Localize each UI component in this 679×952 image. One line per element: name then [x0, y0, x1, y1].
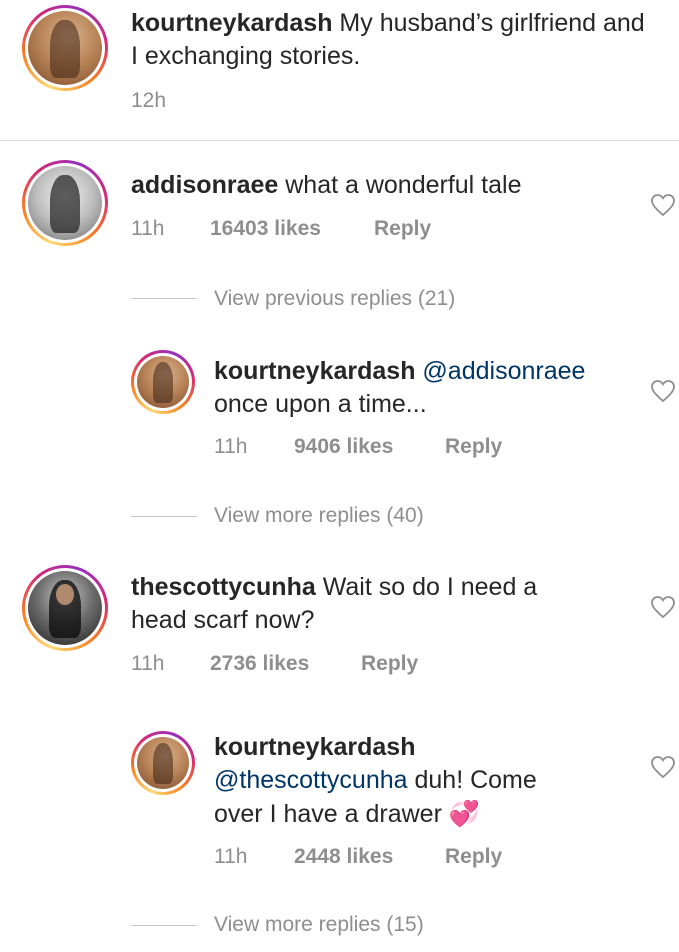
reply-body: once upon a time... — [214, 390, 427, 418]
comment-time: 11h — [131, 217, 165, 240]
comment-body-line2: head scarf now? — [131, 606, 315, 634]
comment-username[interactable]: thescottycunha — [131, 573, 316, 601]
reply-likes[interactable]: 2448 likes — [294, 844, 393, 870]
reply-body-line2: over I have a drawer — [214, 800, 442, 828]
avatar-thescottycunha[interactable] — [22, 565, 108, 651]
reply-mention[interactable]: @addisonraee — [422, 357, 585, 385]
comment-text: thescottycunha Wait so do I need a head … — [131, 571, 631, 637]
comment-likes[interactable]: 2736 likes — [210, 651, 309, 677]
reply-button[interactable]: Reply — [374, 216, 431, 242]
heart-outline-icon[interactable] — [650, 379, 676, 403]
reply-button[interactable]: Reply — [361, 651, 418, 677]
reply-likes[interactable]: 9406 likes — [294, 434, 393, 460]
avatar-addisonraee[interactable] — [22, 160, 108, 246]
two-hearts-emoji: 💞 — [448, 799, 480, 828]
reply-time: 11h — [214, 845, 248, 868]
avatar-kourtneykardash-reply[interactable] — [131, 731, 195, 795]
comment-likes[interactable]: 16403 likes — [210, 216, 321, 242]
heart-outline-icon[interactable] — [650, 193, 676, 217]
reply-username[interactable]: kourtneykardash — [214, 733, 415, 761]
heart-outline-icon[interactable] — [650, 595, 676, 619]
reply-button[interactable]: Reply — [445, 434, 502, 460]
comment-username[interactable]: addisonraee — [131, 171, 278, 199]
comment-time: 11h — [131, 652, 165, 675]
comment-body: what a wonderful tale — [285, 171, 522, 199]
reply-username[interactable]: kourtneykardash — [214, 357, 415, 385]
view-replies-line — [131, 516, 197, 517]
view-more-replies[interactable]: View more replies (15) — [214, 912, 424, 938]
view-replies-line — [131, 925, 197, 926]
reply-time: 11h — [214, 435, 248, 458]
avatar-kourtneykardash-caption[interactable] — [22, 5, 108, 91]
reply-mention[interactable]: @thescottycunha — [214, 766, 408, 794]
caption-text: kourtneykardash My husband’s girlfriend … — [131, 7, 651, 73]
heart-outline-icon[interactable] — [650, 755, 676, 779]
view-more-replies[interactable]: View more replies (40) — [214, 503, 424, 529]
comment-text: addisonraee what a wonderful tale — [131, 169, 631, 202]
reply-text: kourtneykardash @thescottycunha duh! Com… — [214, 731, 624, 831]
reply-text: kourtneykardash @addisonraee once upon a… — [214, 355, 624, 421]
caption-time: 12h — [131, 89, 167, 112]
reply-button[interactable]: Reply — [445, 844, 502, 870]
comment-body-line1: Wait so do I need a — [322, 573, 538, 601]
reply-body-line1: duh! Come — [414, 766, 537, 794]
caption-divider — [0, 140, 679, 141]
view-previous-replies[interactable]: View previous replies (21) — [214, 286, 455, 312]
caption-username[interactable]: kourtneykardash — [131, 9, 332, 37]
avatar-kourtneykardash-reply[interactable] — [131, 350, 195, 414]
view-replies-line — [131, 298, 197, 299]
